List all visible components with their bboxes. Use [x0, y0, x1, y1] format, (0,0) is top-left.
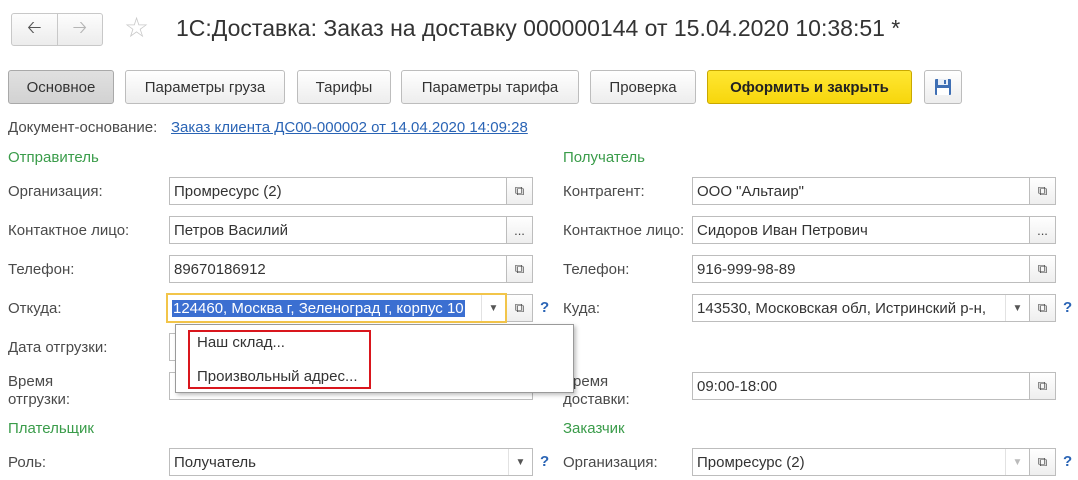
open-icon: ⧉ [1037, 454, 1048, 469]
sender-from-open-button[interactable]: ⧉ [507, 294, 533, 322]
receiver-contact-field[interactable]: Сидоров Иван Петрович [692, 216, 1030, 244]
sender-contact-select-button[interactable]: ... [507, 216, 533, 244]
help-icon[interactable]: ? [1063, 453, 1072, 470]
sender-contact-field[interactable]: Петров Василий [169, 216, 507, 244]
dropdown-item-custom-address[interactable]: Произвольный адрес... [197, 368, 358, 385]
help-icon[interactable]: ? [540, 453, 549, 470]
receiver-contact-select-button[interactable]: ... [1030, 216, 1056, 244]
payer-role-field[interactable]: Получатель ▼ [169, 448, 533, 476]
arrow-right-icon: 🡢 [72, 16, 88, 37]
chevron-down-icon[interactable]: ▼ [1005, 295, 1029, 321]
customer-organization-open-button[interactable]: ⧉ [1030, 448, 1056, 476]
receiver-counterparty-field[interactable]: ООО "Альтаир" [692, 177, 1030, 205]
navigation-buttons: 🡠 🡢 [11, 13, 103, 46]
submit-and-close-button[interactable]: Оформить и закрыть [707, 70, 912, 104]
open-icon: ⧉ [1037, 261, 1048, 276]
sender-organization-open-button[interactable]: ⧉ [507, 177, 533, 205]
tab-main[interactable]: Основное [8, 70, 114, 104]
sender-phone-label: Телефон: [8, 261, 75, 278]
sender-from-label: Откуда: [8, 300, 62, 317]
sender-phone-field[interactable]: 89670186912 [169, 255, 507, 283]
forward-button[interactable]: 🡢 [56, 14, 103, 45]
chevron-down-icon[interactable]: ▼ [508, 449, 532, 475]
back-button[interactable]: 🡠 [12, 14, 57, 45]
receiver-contact-label: Контактное лицо: [563, 222, 685, 239]
open-icon: ⧉ [1037, 378, 1048, 393]
customer-section-title: Заказчик [563, 420, 625, 437]
ship-time-label-line1: Время [8, 373, 54, 390]
sender-organization-label: Организация: [8, 183, 103, 200]
receiver-phone-open-button[interactable]: ⧉ [1030, 255, 1056, 283]
delivery-time-open-button[interactable]: ⧉ [1030, 372, 1056, 400]
chevron-down-icon[interactable]: ▼ [1005, 449, 1029, 475]
customer-organization-field[interactable]: Промресурс (2) ▼ [692, 448, 1030, 476]
receiver-section-title: Получатель [563, 149, 645, 166]
help-icon[interactable]: ? [1063, 299, 1072, 316]
save-button[interactable] [924, 70, 962, 104]
payer-section-title: Плательщик [8, 420, 94, 437]
receiver-counterparty-label: Контрагент: [563, 183, 645, 200]
sender-phone-open-button[interactable]: ⧉ [507, 255, 533, 283]
tab-tariffs[interactable]: Тарифы [297, 70, 391, 104]
document-basis-label: Документ-основание: [8, 119, 158, 136]
window-title: 1С:Доставка: Заказ на доставку 000000144… [176, 15, 901, 41]
receiver-phone-field[interactable]: 916-999-98-89 [692, 255, 1030, 283]
star-icon[interactable]: ☆ [124, 14, 149, 42]
ship-time-label-line2: отгрузки: [8, 391, 71, 408]
open-icon: ⧉ [1037, 300, 1048, 315]
floppy-disk-icon [935, 79, 951, 95]
dropdown-item-our-warehouse[interactable]: Наш склад... [197, 334, 285, 351]
open-icon: ⧉ [514, 183, 525, 198]
delivery-time-label-line2: доставки: [563, 391, 630, 408]
open-icon: ⧉ [514, 300, 525, 315]
chevron-down-icon[interactable]: ▼ [481, 295, 505, 321]
tab-tariff-params[interactable]: Параметры тарифа [401, 70, 579, 104]
help-icon[interactable]: ? [540, 299, 549, 316]
receiver-counterparty-open-button[interactable]: ⧉ [1030, 177, 1056, 205]
receiver-phone-label: Телефон: [563, 261, 630, 278]
sender-contact-label: Контактное лицо: [8, 222, 130, 239]
customer-organization-label: Организация: [563, 454, 658, 471]
tab-cargo-params[interactable]: Параметры груза [125, 70, 285, 104]
open-icon: ⧉ [514, 261, 525, 276]
delivery-time-field[interactable]: 09:00-18:00 [692, 372, 1030, 400]
tab-check[interactable]: Проверка [590, 70, 696, 104]
receiver-to-field[interactable]: 143530, Московская обл, Истринский р-н, … [692, 294, 1030, 322]
receiver-to-open-button[interactable]: ⧉ [1030, 294, 1056, 322]
document-basis-link[interactable]: Заказ клиента ДС00-000002 от 14.04.2020 … [171, 119, 528, 136]
sender-from-field[interactable]: 124460, Москва г, Зеленоград г, корпус 1… [166, 293, 507, 323]
sender-organization-field[interactable]: Промресурс (2) [169, 177, 507, 205]
receiver-to-label: Куда: [563, 300, 601, 317]
payer-role-label: Роль: [8, 454, 47, 471]
open-icon: ⧉ [1037, 183, 1048, 198]
ship-date-label: Дата отгрузки: [8, 339, 108, 356]
arrow-left-icon: 🡠 [26, 16, 42, 37]
sender-section-title: Отправитель [8, 149, 99, 166]
